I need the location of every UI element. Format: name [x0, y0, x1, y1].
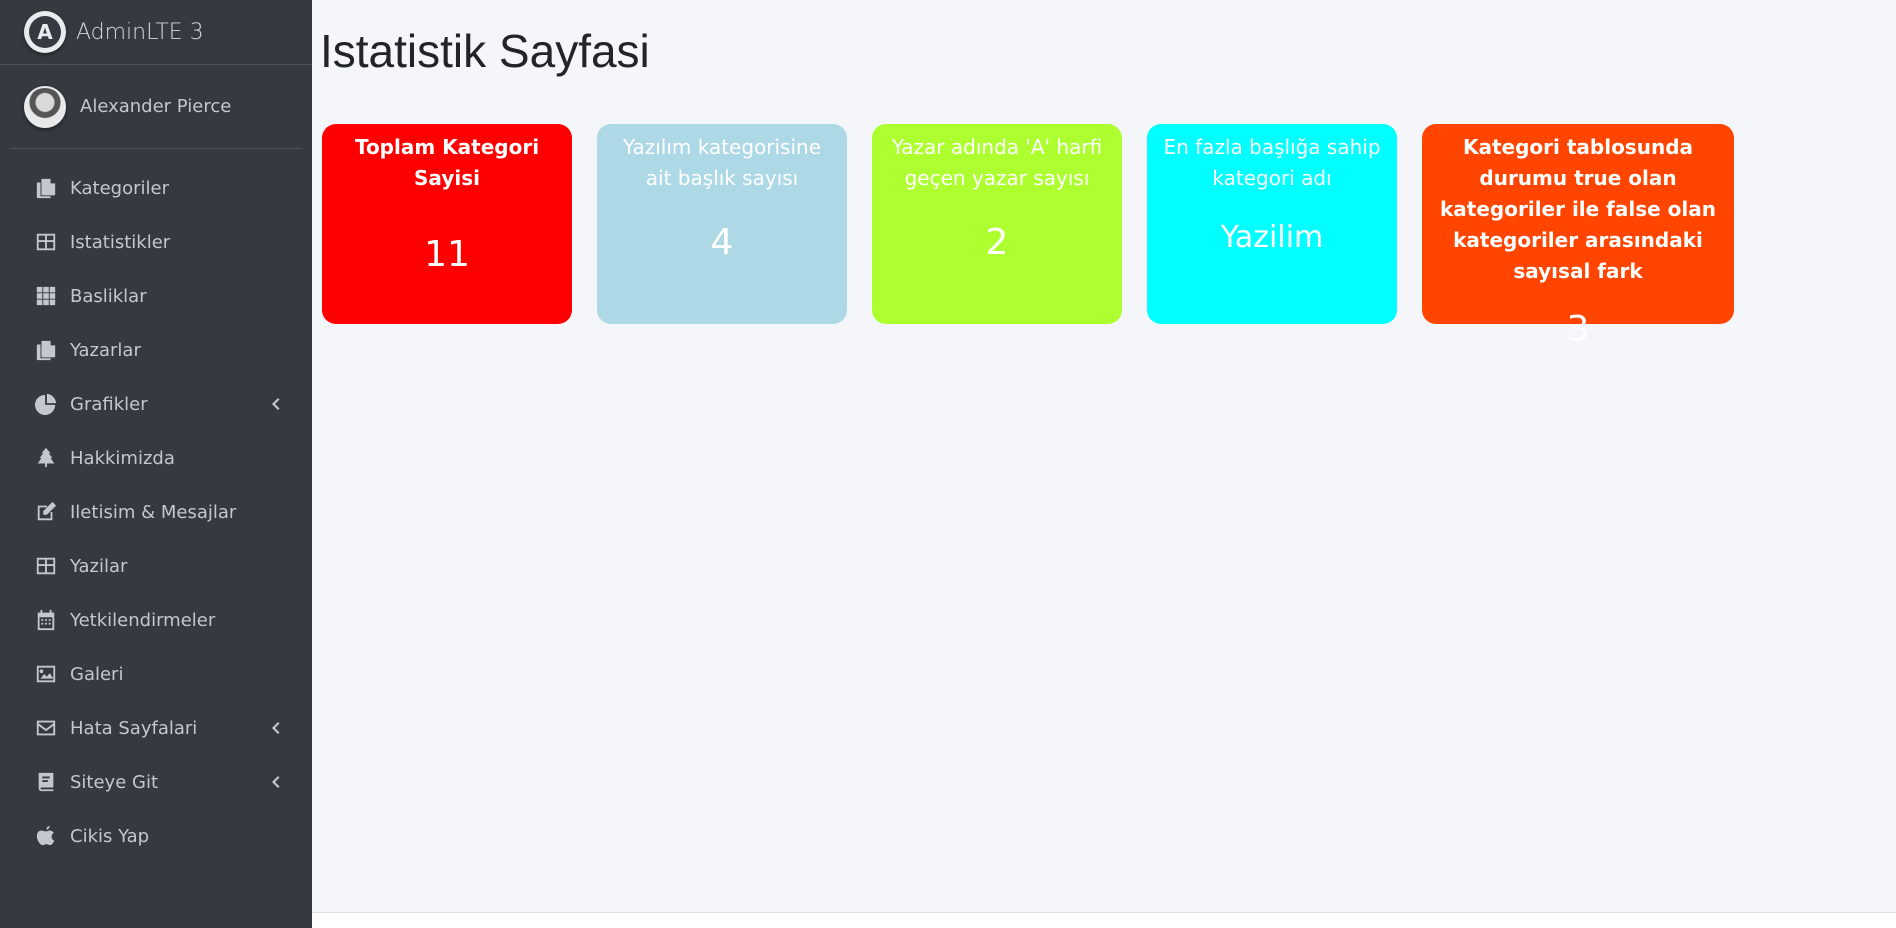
book-icon	[34, 770, 58, 794]
sidebar: A AdminLTE 3 Alexander Pierce Kategorile…	[0, 0, 312, 928]
card-title: Toplam Kategori Sayisi	[354, 135, 540, 190]
sidebar-item-cikis-yap[interactable]: Cikis Yap	[0, 809, 312, 863]
page-title: Istatistik Sayfasi	[320, 25, 650, 77]
tree-icon	[34, 446, 58, 470]
sidebar-item-yazarlar[interactable]: Yazarlar	[0, 323, 312, 377]
card-value: 3	[1566, 309, 1590, 350]
brand-link[interactable]: A AdminLTE 3	[0, 0, 312, 65]
sidebar-item-iletisim[interactable]: Iletisim & Mesajlar	[0, 485, 312, 539]
sidebar-item-label: Hata Sayfalari	[70, 717, 198, 739]
stat-card-status-difference: Kategori tablosunda durumu true olan kat…	[1422, 124, 1734, 350]
sidebar-item-kategoriler[interactable]: Kategoriler	[0, 161, 312, 215]
sidebar-item-yazilar[interactable]: Yazilar	[0, 539, 312, 593]
sidebar-item-label: Yazilar	[70, 555, 128, 577]
user-panel: Alexander Pierce	[10, 65, 302, 149]
table-icon	[34, 554, 58, 578]
chart-pie-icon	[34, 392, 58, 416]
sidebar-item-galeri[interactable]: Galeri	[0, 647, 312, 701]
edit-icon	[34, 500, 58, 524]
sidebar-item-label: Basliklar	[70, 285, 147, 307]
sidebar-item-label: Istatistikler	[70, 231, 171, 253]
card-value: 11	[424, 234, 470, 275]
envelope-icon	[34, 716, 58, 740]
sidebar-item-label: Galeri	[70, 663, 124, 685]
copy-icon	[34, 338, 58, 362]
copy-icon	[34, 176, 58, 200]
card-title: En fazla başlığa sahip kategori adı	[1163, 135, 1381, 190]
chevron-left-icon	[268, 775, 282, 789]
stat-card-total-categories: Toplam Kategori Sayisi 11	[322, 124, 572, 324]
sidebar-item-yetkilendirmeler[interactable]: Yetkilendirmeler	[0, 593, 312, 647]
table-icon	[34, 230, 58, 254]
chevron-left-icon	[268, 397, 282, 411]
th-icon	[34, 284, 58, 308]
brand-logo-icon: A	[24, 11, 66, 53]
stat-card-authors-with-a: Yazar adında 'A' harfi geçen yazar sayıs…	[872, 124, 1122, 324]
sidebar-item-label: Grafikler	[70, 393, 148, 415]
sidebar-item-label: Yetkilendirmeler	[70, 609, 216, 631]
apple-icon	[34, 824, 58, 848]
sidebar-nav: Kategoriler Istatistikler Basliklar Yaza…	[0, 161, 312, 863]
stat-card-top-category: En fazla başlığa sahip kategori adı Yazi…	[1147, 124, 1397, 324]
card-title: Yazılım kategorisine ait başlık sayısı	[622, 135, 822, 190]
stat-card-software-titles: Yazılım kategorisine ait başlık sayısı 4	[597, 124, 847, 324]
sidebar-item-label: Kategoriler	[70, 177, 169, 199]
card-value: 4	[710, 222, 734, 263]
avatar[interactable]	[24, 85, 66, 128]
sidebar-item-label: Yazarlar	[70, 339, 141, 361]
sidebar-item-hakkimizda[interactable]: Hakkimizda	[0, 431, 312, 485]
card-title: Kategori tablosunda durumu true olan kat…	[1440, 135, 1716, 283]
stat-cards: Toplam Kategori Sayisi 11 Yazılım katego…	[322, 124, 1734, 350]
card-value: 2	[985, 222, 1009, 263]
sidebar-item-basliklar[interactable]: Basliklar	[0, 269, 312, 323]
sidebar-item-label: Iletisim & Mesajlar	[70, 501, 237, 523]
sidebar-item-label: Cikis Yap	[70, 825, 150, 847]
sidebar-item-istatistikler[interactable]: Istatistikler	[0, 215, 312, 269]
calendar-icon	[34, 608, 58, 632]
user-name[interactable]: Alexander Pierce	[80, 96, 231, 117]
sidebar-item-siteye-git[interactable]: Siteye Git	[0, 755, 312, 809]
chevron-left-icon	[268, 721, 282, 735]
image-icon	[34, 662, 58, 686]
main-content: Istatistik Sayfasi Toplam Kategori Sayis…	[312, 0, 1896, 912]
sidebar-item-label: Hakkimizda	[70, 447, 175, 469]
sidebar-item-label: Siteye Git	[70, 771, 159, 793]
sidebar-item-hata-sayfalari[interactable]: Hata Sayfalari	[0, 701, 312, 755]
card-value: Yazilim	[1220, 220, 1324, 255]
card-title: Yazar adında 'A' harfi geçen yazar sayıs…	[891, 135, 1103, 190]
brand-text: AdminLTE 3	[76, 19, 204, 45]
sidebar-item-grafikler[interactable]: Grafikler	[0, 377, 312, 431]
footer	[312, 912, 1896, 928]
